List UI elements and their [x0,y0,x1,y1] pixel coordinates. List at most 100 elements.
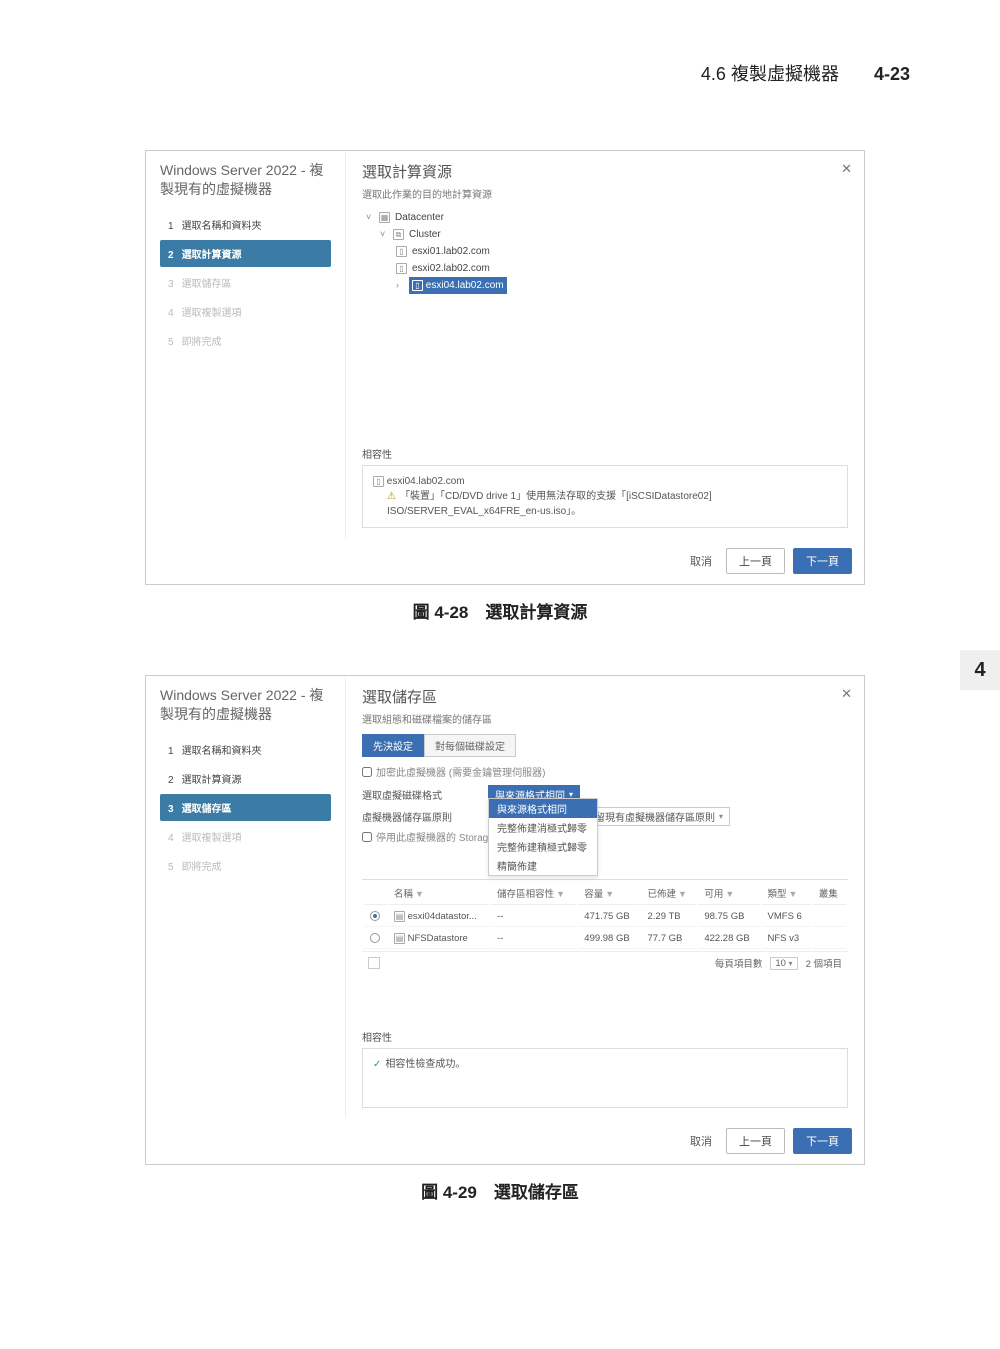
step-5: 5即將完成 [160,327,331,354]
tree-host-1[interactable]: esxi01.lab02.com [396,243,848,260]
compat-box: esxi04.lab02.com ⚠「裝置」「CD/DVD drive 1」使用… [362,465,848,528]
next-button[interactable]: 下一頁 [793,548,852,574]
table-row[interactable]: ▤ NFSDatastore -- 499.98 GB 77.7 GB 422.… [364,929,846,949]
wizard-footer: 取消 上一頁 下一頁 [146,538,864,584]
wizard-sidebar: Windows Server 2022 - 複製現有的虛擬機器 1選取名稱和資料… [146,151,346,538]
disk-format-option[interactable]: 完整佈建積極式歸零 [489,837,597,856]
col-prov[interactable]: 已佈建▼ [641,882,696,905]
step-4: 4選取複製選項 [160,298,331,325]
panel-heading: 選取計算資源 [362,161,848,182]
disk-format-option[interactable]: 完整佈建消極式歸零 [489,818,597,837]
tree-datacenter[interactable]: ˅Datacenter [366,209,848,226]
datacenter-icon [379,212,390,223]
cancel-button[interactable]: 取消 [690,553,712,569]
datastore-table: 名稱▼ 儲存區相容性▼ 容量▼ 已佈建▼ 可用▼ 類型▼ 叢集 ▤ esxi04… [362,879,848,951]
figure-caption-1: 圖 4-28 選取計算資源 [0,598,1000,623]
wizard-title: Windows Server 2022 - 複製現有的虛擬機器 [160,686,331,724]
col-free[interactable]: 可用▼ [698,882,759,905]
col-capacity[interactable]: 容量▼ [578,882,639,905]
chevron-down-icon: ▾ [789,959,793,968]
disk-format-menu: 與來源格式相同 完整佈建消極式歸零 完整佈建積極式歸零 精簡佈建 [488,798,598,876]
wizard-content: ✕ 選取計算資源 選取此作業的目的地計算資源 ˅Datacenter ˅⧉Clu… [346,151,864,538]
step-3[interactable]: 3選取儲存區 [160,794,331,821]
disk-format-option[interactable]: 精簡佈建 [489,856,597,875]
cluster-icon: ⧉ [393,229,404,240]
close-icon[interactable]: ✕ [841,686,852,702]
filter-icon: ▼ [678,889,687,899]
chevron-right-icon: › [396,278,404,293]
step-2[interactable]: 2選取計算資源 [160,240,331,267]
encrypt-label: 加密此虛擬機器 (需要金鑰管理伺服器) [376,764,545,779]
col-cluster[interactable]: 叢集 [813,882,846,905]
encrypt-checkbox[interactable] [362,767,372,777]
filter-icon: ▼ [556,889,565,899]
page-header: 4.6 複製虛擬機器 4-23 [701,60,910,86]
step-1[interactable]: 1選取名稱和資料夾 [160,211,331,238]
back-button[interactable]: 上一頁 [726,548,785,574]
drs-checkbox[interactable] [362,832,372,842]
tab-batch[interactable]: 先決設定 [362,734,424,757]
step-4: 4選取複製選項 [160,823,331,850]
pager-total: 2 個項目 [806,956,842,970]
page-size-select[interactable]: 10 ▾ [770,957,797,970]
chevron-down-icon: ▾ [719,812,723,821]
disk-format-label: 選取虛擬磁碟格式 [362,787,482,802]
panel-subtitle: 選取此作業的目的地計算資源 [362,186,848,201]
panel-subtitle: 選取組態和磁碟檔案的儲存區 [362,711,848,726]
header-title: 4.6 複製虛擬機器 [701,64,839,84]
cancel-button[interactable]: 取消 [690,1133,712,1149]
next-button[interactable]: 下一頁 [793,1128,852,1154]
datastore-icon: ▤ [394,911,405,922]
close-icon[interactable]: ✕ [841,161,852,177]
policy-select[interactable]: 保留現有虛擬機器儲存區原則▾ [578,807,730,826]
compat-label: 相容性 [362,446,848,461]
table-pager: 每頁項目數 10 ▾ 2 個項目 [362,951,848,974]
screenshot-select-compute: Windows Server 2022 - 複製現有的虛擬機器 1選取名稱和資料… [145,150,865,585]
tree-host-2[interactable]: esxi02.lab02.com [396,260,848,277]
host-icon [412,280,423,291]
screenshot-select-storage: Windows Server 2022 - 複製現有的虛擬機器 1選取名稱和資料… [145,675,865,1165]
host-icon [373,476,384,487]
manage-columns-icon[interactable] [368,957,380,969]
wizard-title: Windows Server 2022 - 複製現有的虛擬機器 [160,161,331,199]
step-3: 3選取儲存區 [160,269,331,296]
filter-icon: ▼ [789,889,798,899]
back-button[interactable]: 上一頁 [726,1128,785,1154]
wizard-content: ✕ 選取儲存區 選取組態和磁碟檔案的儲存區 先決設定 對每個磁碟設定 加密此虛擬… [346,676,864,1118]
col-compat[interactable]: 儲存區相容性▼ [491,882,576,905]
chevron-down-icon: ˅ [366,210,374,225]
step-2[interactable]: 2選取計算資源 [160,765,331,792]
step-1[interactable]: 1選取名稱和資料夾 [160,736,331,763]
disk-format-option[interactable]: 與來源格式相同 [489,799,597,818]
table-header-row: 名稱▼ 儲存區相容性▼ 容量▼ 已佈建▼ 可用▼ 類型▼ 叢集 [364,882,846,905]
chapter-tab: 4 [960,650,1000,690]
check-icon: ✓ [373,1059,381,1070]
row-radio[interactable] [370,911,380,921]
compat-box: ✓相容性檢查成功。 [362,1048,848,1108]
panel-heading: 選取儲存區 [362,686,848,707]
filter-icon: ▼ [605,889,614,899]
col-name[interactable]: 名稱▼ [388,882,489,905]
warning-icon: ⚠ [387,491,396,502]
filter-icon: ▼ [415,889,424,899]
tab-perdisk[interactable]: 對每個磁碟設定 [424,734,516,757]
tree-host-3-selected[interactable]: › esxi04.lab02.com [396,277,848,294]
host-icon [396,246,407,257]
storage-tabs: 先決設定 對每個磁碟設定 [362,734,848,757]
wizard-sidebar: Windows Server 2022 - 複製現有的虛擬機器 1選取名稱和資料… [146,676,346,1118]
tree-cluster[interactable]: ˅⧉Cluster [380,226,848,243]
step-5: 5即將完成 [160,852,331,879]
col-type[interactable]: 類型▼ [762,882,811,905]
compat-label: 相容性 [362,1029,848,1044]
table-row[interactable]: ▤ esxi04datastor... -- 471.75 GB 2.29 TB… [364,907,846,927]
pager-label: 每頁項目數 [715,956,763,970]
page-number: 4-23 [874,64,910,84]
chevron-down-icon: ˅ [380,227,388,242]
row-radio[interactable] [370,933,380,943]
resource-tree: ˅Datacenter ˅⧉Cluster esxi01.lab02.com e… [366,209,848,294]
wizard-footer: 取消 上一頁 下一頁 [146,1118,864,1164]
policy-label: 虛擬機器儲存區原則 [362,809,482,824]
filter-icon: ▼ [725,889,734,899]
host-icon [396,263,407,274]
datastore-icon: ▤ [394,933,405,944]
